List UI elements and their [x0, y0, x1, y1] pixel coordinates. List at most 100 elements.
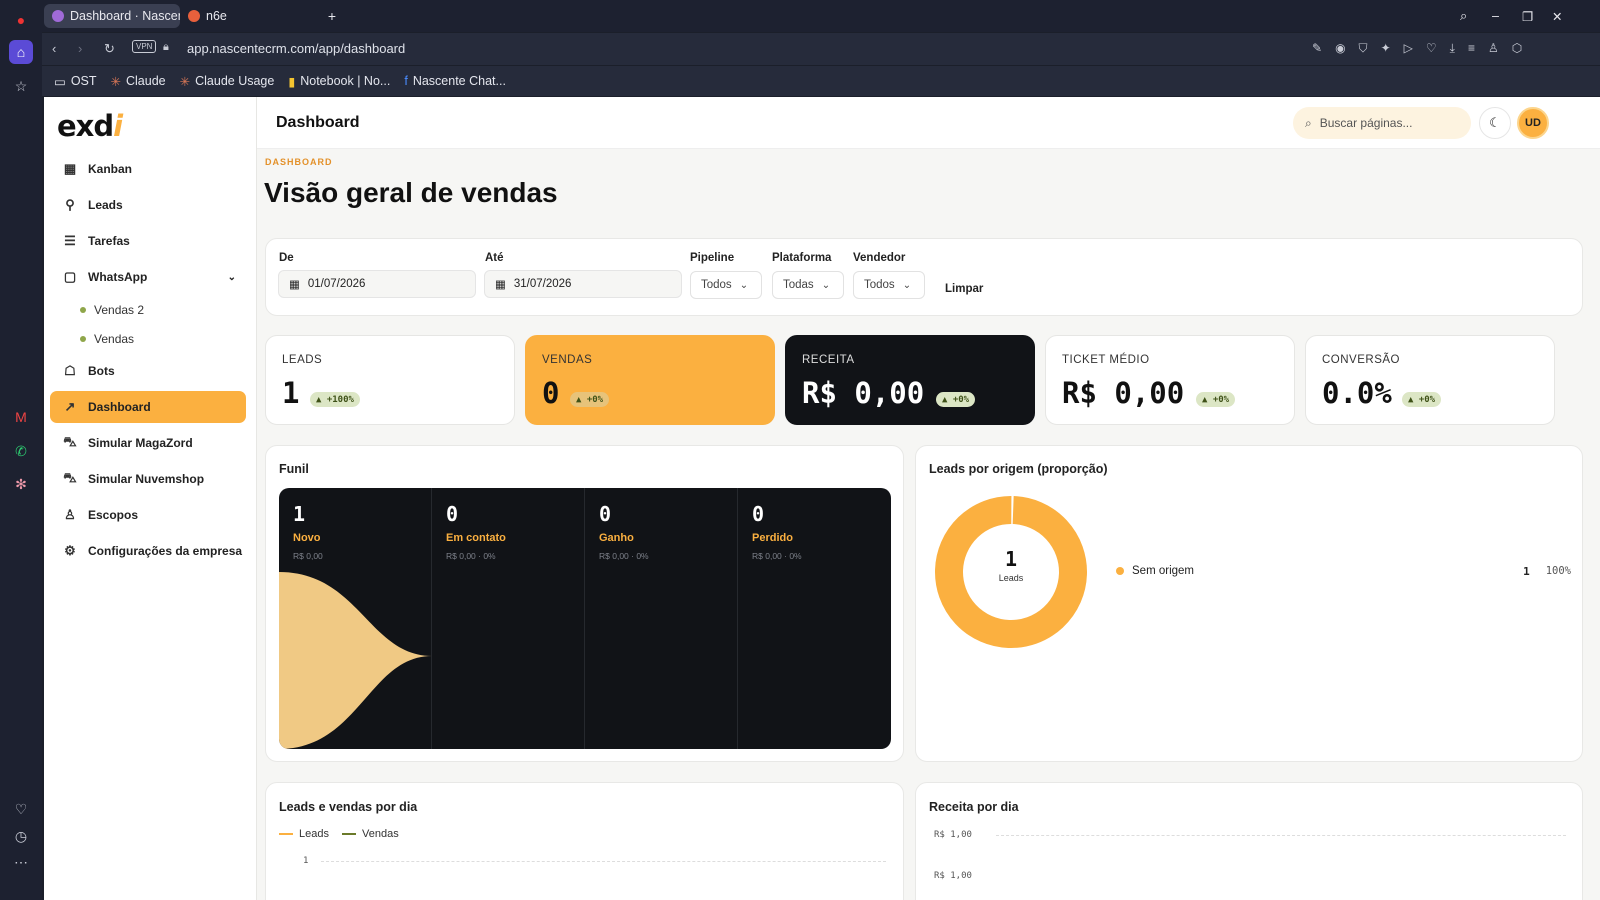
camera-icon[interactable]: ◉: [1335, 41, 1345, 56]
legend-pct: 100%: [1545, 565, 1571, 577]
bot-icon: ☖: [64, 363, 76, 378]
from-date-input[interactable]: ▦ 01/07/2026: [278, 270, 476, 298]
chevron-down-icon: ⌄: [902, 279, 912, 291]
os-dock: ● ⌂ ☆ M ✆ ✻ ♡ ◷ ⋯: [0, 0, 42, 900]
search-input[interactable]: ⌕ Buscar páginas...: [1293, 107, 1471, 139]
donut-center-label: Leads: [998, 573, 1024, 583]
bookmark-claude[interactable]: ✳ Claude: [111, 74, 166, 89]
daily-legend-leads[interactable]: Leads: [279, 828, 329, 840]
cube-icon[interactable]: ⬡: [1512, 41, 1522, 56]
browser-tab-n6e[interactable]: n6e: [180, 4, 260, 28]
home-icon[interactable]: ⌂: [9, 40, 33, 64]
shield-icon[interactable]: ⛉: [1359, 41, 1368, 56]
facebook-icon: f: [404, 74, 408, 88]
daily-legend-vendas[interactable]: Vendas: [342, 828, 399, 840]
stage-name: Novo: [293, 532, 321, 544]
platform-select[interactable]: Todas ⌄: [772, 271, 844, 299]
sidebar-item-tarefas[interactable]: ☰ Tarefas: [50, 225, 246, 257]
stage-value: R$ 0,00 · 0%: [752, 551, 802, 561]
pie-slice-sem-origem[interactable]: [935, 496, 1087, 648]
kpi-trend-badge: ▲ +0%: [570, 392, 610, 407]
avatar[interactable]: UD: [1517, 107, 1549, 139]
back-icon[interactable]: ‹: [52, 41, 56, 56]
whatsapp-icon[interactable]: ✆: [9, 439, 33, 463]
sidebar-item-kanban[interactable]: ▦ Kanban: [50, 153, 246, 185]
pipeline-select[interactable]: Todos ⌄: [690, 271, 762, 299]
to-date-input[interactable]: ▦ 31/07/2026: [484, 270, 682, 298]
extension-icon[interactable]: ✦: [1381, 41, 1391, 56]
heart-icon[interactable]: ♡: [1426, 41, 1437, 56]
url-field[interactable]: app.nascentecrm.com/app/dashboard: [187, 41, 405, 56]
minimize-icon[interactable]: –: [1484, 4, 1507, 28]
close-window-icon[interactable]: ✕: [1544, 4, 1570, 28]
y-tick-label: 1: [303, 856, 309, 866]
play-icon[interactable]: ▷: [1404, 41, 1413, 56]
funnel-stage-novo[interactable]: 1 Novo R$ 0,00: [279, 488, 432, 749]
legend-line: [342, 833, 356, 835]
daily-chart-title: Leads e vendas por dia: [279, 800, 418, 814]
sidebar-item-bots[interactable]: ☖ Bots: [50, 355, 246, 387]
stage-count: 1: [293, 502, 306, 526]
kpi-label: VENDAS: [542, 354, 593, 366]
sidebar-subitem-vendas[interactable]: Vendas: [80, 332, 134, 346]
more-icon[interactable]: ⋯: [9, 850, 33, 874]
daily-chart-card: Leads e vendas por dia Leads Vendas 1: [265, 782, 904, 900]
vpn-badge[interactable]: VPN: [132, 40, 157, 53]
restore-icon[interactable]: ❐: [1514, 4, 1541, 28]
origin-legend-row[interactable]: Sem origem 1 100%: [1116, 562, 1571, 580]
sidebar-item-simular-magazord[interactable]: ⛍ Simular MagaZord: [50, 427, 246, 459]
user-search-icon: ⚲: [65, 197, 75, 212]
star-icon[interactable]: ☆: [9, 74, 33, 98]
address-bar: ‹ › ↻ VPN 🔒︎ app.nascentecrm.com/app/das…: [42, 33, 1600, 65]
stage-name: Em contato: [446, 532, 506, 544]
funnel-stage-em-contato[interactable]: 0 Em contato R$ 0,00 · 0%: [432, 488, 585, 749]
moon-icon: ☾: [1489, 115, 1501, 130]
opera-icon[interactable]: ●: [9, 8, 33, 32]
clock-icon[interactable]: ◷: [9, 824, 33, 848]
legend-swatch: [1116, 567, 1124, 575]
stage-value: R$ 0,00: [293, 551, 323, 561]
bookmark-ost[interactable]: ▭ OST: [54, 74, 97, 89]
new-tab-button[interactable]: +: [322, 4, 342, 28]
sidebar-item-leads[interactable]: ⚲ Leads: [50, 189, 246, 221]
sidebar-item-dashboard[interactable]: ↗ Dashboard: [50, 391, 246, 423]
bookmark-nascente-chat[interactable]: f Nascente Chat...: [404, 74, 506, 88]
funnel-stage-ganho[interactable]: 0 Ganho R$ 0,00 · 0%: [585, 488, 738, 749]
page-eyebrow: DASHBOARD: [265, 157, 333, 167]
chart-icon: ↗: [64, 399, 76, 414]
sidebar-item-simular-nuvemshop[interactable]: ⛍ Simular Nuvemshop: [50, 463, 246, 495]
sidebar-item-configuracoes[interactable]: ⚙ Configurações da empresa: [50, 535, 246, 567]
legend-count: 1: [1523, 564, 1530, 578]
profile-icon[interactable]: ♙: [1488, 41, 1499, 56]
kpi-card-ticket-medio: TICKET MÉDIO R$ 0,00 ▲ +0%: [1045, 335, 1295, 425]
theme-toggle-button[interactable]: ☾: [1479, 107, 1511, 139]
logo[interactable]: exdi: [57, 109, 123, 143]
edit-icon[interactable]: ✎: [1312, 41, 1322, 56]
forward-icon[interactable]: ›: [78, 41, 82, 56]
sidebar-item-whatsapp[interactable]: ▢ WhatsApp ⌄: [50, 261, 246, 293]
bookmark-notebook[interactable]: ▮ Notebook | No...: [288, 74, 390, 89]
menu-icon[interactable]: ≡: [1468, 41, 1475, 56]
kpi-card-leads: LEADS 1 ▲ +100%: [265, 335, 515, 425]
bookmark-claude-usage[interactable]: ✳ Claude Usage: [180, 74, 275, 89]
cart-icon: ⛍: [63, 470, 77, 485]
top-bar: Dashboard ⌕ Buscar páginas... ☾ UD: [257, 97, 1600, 149]
search-tabs-icon[interactable]: ⌕: [1452, 4, 1475, 28]
browser-tab-dashboard[interactable]: Dashboard · Nascent: [44, 4, 180, 28]
seller-select[interactable]: Todos ⌄: [853, 271, 925, 299]
sidebar-subitem-vendas-2[interactable]: Vendas 2: [80, 303, 144, 317]
filters-panel: De ▦ 01/07/2026 Até ▦ 31/07/2026 Pipeline …: [265, 238, 1583, 316]
gmail-icon[interactable]: M: [9, 405, 33, 429]
sidebar-item-escopos[interactable]: ♙ Escopos: [50, 499, 246, 531]
reload-icon[interactable]: ↻: [104, 41, 115, 57]
clear-filters-button[interactable]: Limpar: [945, 283, 983, 295]
tab-bar: Dashboard · Nascent n6e + ⌕ – ❐ ✕: [42, 0, 1600, 32]
kpi-value: 0: [542, 376, 560, 410]
funnel-stage-perdido[interactable]: 0 Perdido R$ 0,00 · 0%: [738, 488, 891, 749]
donut-center-value: 1: [1004, 547, 1018, 571]
heart-icon[interactable]: ♡: [9, 797, 33, 821]
slack-icon[interactable]: ✻: [9, 472, 33, 496]
download-icon[interactable]: ⤓: [1450, 41, 1455, 56]
chat-icon: ▢: [63, 269, 77, 284]
legend-name: Sem origem: [1132, 565, 1194, 577]
